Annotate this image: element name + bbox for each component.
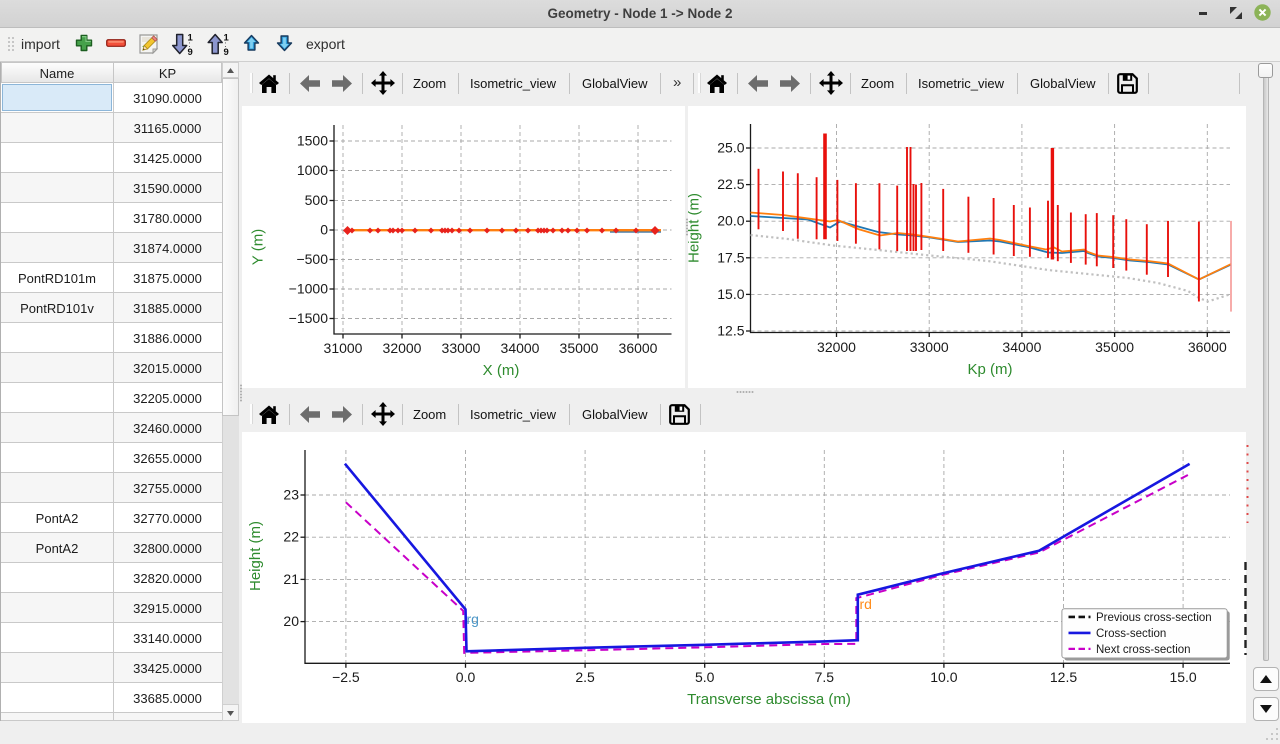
svg-text:23: 23 (283, 487, 299, 503)
svg-text:33000: 33000 (442, 340, 481, 356)
svg-text:1000: 1000 (297, 162, 328, 178)
svg-text:12.5: 12.5 (717, 323, 744, 339)
svg-text:0: 0 (320, 222, 328, 238)
svg-text:Previous cross-section: Previous cross-section (1096, 612, 1212, 624)
svg-text:33000: 33000 (910, 339, 949, 355)
svg-text:35000: 35000 (560, 340, 599, 356)
svg-text:22: 22 (283, 529, 299, 545)
svg-text:20: 20 (283, 613, 299, 629)
svg-text:Y (m): Y (m) (250, 229, 267, 265)
svg-text:9: 9 (224, 47, 229, 56)
svg-text:−500: −500 (296, 251, 328, 267)
svg-text:9: 9 (188, 47, 193, 56)
svg-text:34000: 34000 (1002, 339, 1041, 355)
svg-text:25.0: 25.0 (717, 140, 744, 156)
svg-text:21: 21 (283, 571, 299, 587)
svg-text:5.0: 5.0 (695, 669, 715, 685)
svg-text:36000: 36000 (1188, 339, 1227, 355)
svg-text:35000: 35000 (1095, 339, 1134, 355)
svg-text:X (m): X (m) (483, 362, 520, 379)
svg-text:Transverse abscissa (m): Transverse abscissa (m) (687, 691, 851, 708)
svg-text:15.0: 15.0 (717, 286, 744, 302)
svg-text:0.0: 0.0 (456, 669, 476, 685)
svg-text:500: 500 (305, 192, 329, 208)
svg-text:2.5: 2.5 (575, 669, 595, 685)
svg-text:rd: rd (860, 596, 872, 612)
svg-text:32000: 32000 (383, 340, 422, 356)
svg-text:Height (m): Height (m) (247, 521, 264, 591)
svg-text:Next cross-section: Next cross-section (1096, 644, 1191, 656)
svg-text:1500: 1500 (297, 133, 328, 149)
svg-text:22.5: 22.5 (717, 176, 744, 192)
svg-text:17.5: 17.5 (717, 249, 744, 265)
svg-text:31000: 31000 (324, 340, 363, 356)
svg-text:Kp (m): Kp (m) (968, 361, 1013, 378)
svg-text:36000: 36000 (619, 340, 658, 356)
svg-text:12.5: 12.5 (1050, 669, 1077, 685)
svg-text:−1500: −1500 (289, 310, 329, 326)
svg-text:−1000: −1000 (289, 281, 329, 297)
svg-text:20.0: 20.0 (717, 213, 744, 229)
svg-text:rg: rg (467, 611, 479, 627)
svg-text:Cross-section: Cross-section (1096, 628, 1166, 640)
svg-text:34000: 34000 (501, 340, 540, 356)
svg-text:7.5: 7.5 (815, 669, 835, 685)
svg-text:15.0: 15.0 (1169, 669, 1196, 685)
svg-text:10.0: 10.0 (930, 669, 957, 685)
svg-text:32000: 32000 (817, 339, 856, 355)
svg-text:−2.5: −2.5 (332, 669, 360, 685)
svg-text:Height (m): Height (m) (688, 193, 703, 263)
